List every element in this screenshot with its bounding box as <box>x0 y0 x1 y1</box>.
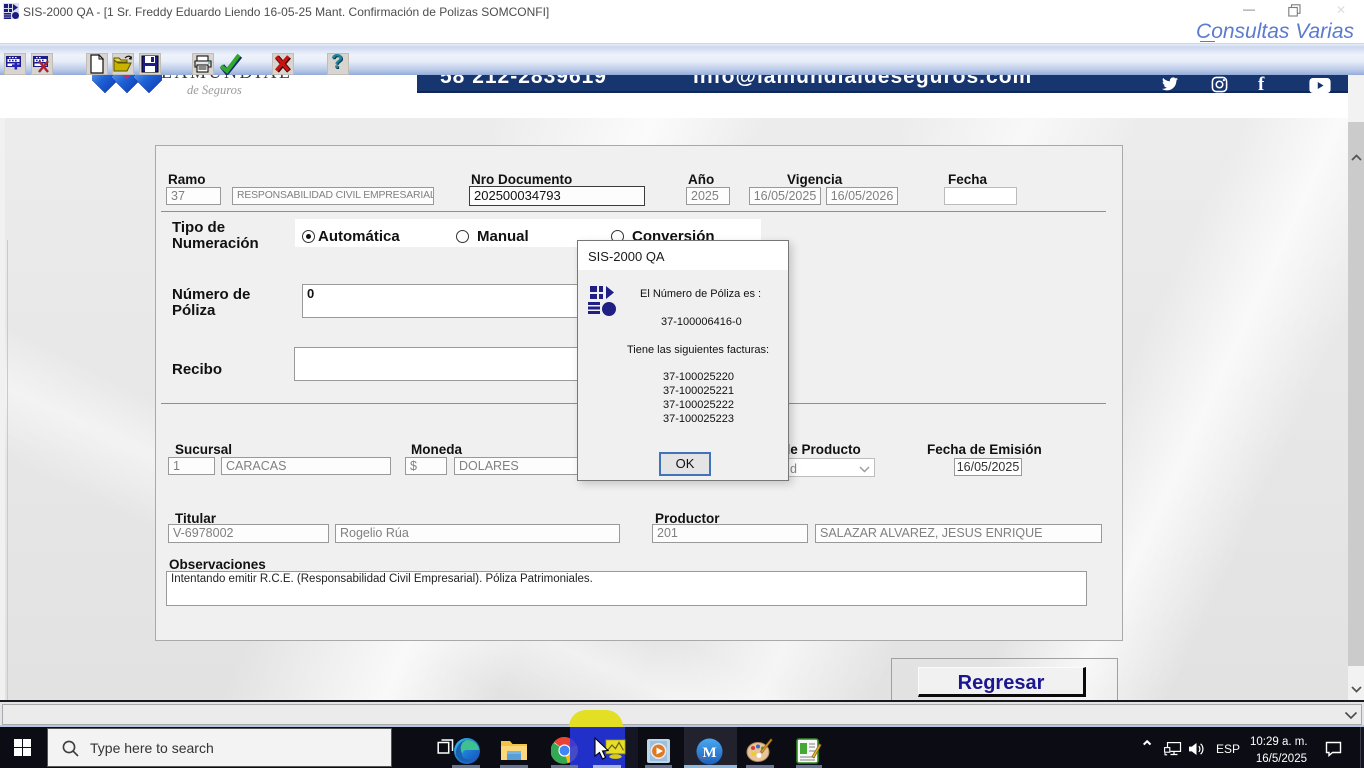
svg-text:M: M <box>703 745 717 761</box>
